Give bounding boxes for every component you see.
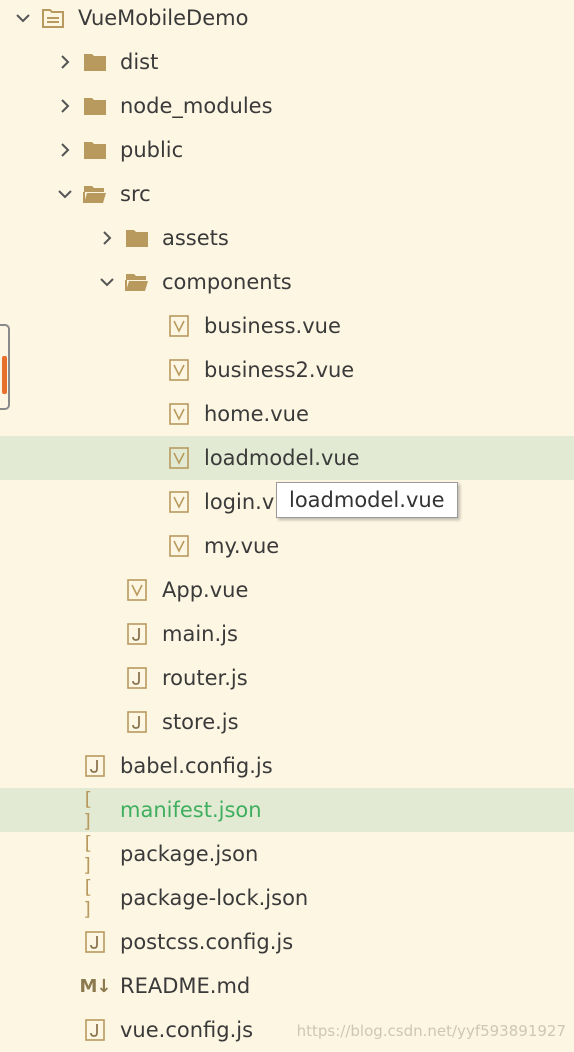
tree-item-label: VueMobileDemo xyxy=(78,6,249,30)
tree-item-manifest-json[interactable]: [ ] manifest.json xyxy=(0,788,574,832)
folder-open-icon xyxy=(82,182,108,206)
tree-item-label: dist xyxy=(120,50,159,74)
js-file-icon xyxy=(82,930,108,954)
folder-open-icon xyxy=(124,270,150,294)
scrollbar-thumb[interactable] xyxy=(2,356,7,394)
vue-file-icon xyxy=(166,490,192,514)
tree-item-label: package-lock.json xyxy=(120,886,309,910)
watermark-text: https://blog.csdn.net/yyf593891927 xyxy=(296,1022,566,1040)
tree-item-router-js[interactable]: router.js xyxy=(0,656,574,700)
tree-item-label: babel.config.js xyxy=(120,754,273,778)
tree-item-label: components xyxy=(162,270,292,294)
tree-item-components[interactable]: components xyxy=(0,260,574,304)
vue-file-icon xyxy=(166,534,192,558)
tree-item-business2-vue[interactable]: business2.vue xyxy=(0,348,574,392)
chevron-right-icon[interactable] xyxy=(56,141,74,159)
tree-item-label: assets xyxy=(162,226,229,250)
tree-item-node-modules[interactable]: node_modules xyxy=(0,84,574,128)
tree-item-postcss-config-js[interactable]: postcss.config.js xyxy=(0,920,574,964)
vue-file-icon xyxy=(166,446,192,470)
tree-item-root[interactable]: VueMobileDemo xyxy=(0,0,574,40)
tree-item-home-vue[interactable]: home.vue xyxy=(0,392,574,436)
tree-item-label: vue.config.js xyxy=(120,1018,254,1042)
js-file-icon xyxy=(124,666,150,690)
tree-item-readme-md[interactable]: M↓ README.md xyxy=(0,964,574,1008)
js-file-icon xyxy=(82,1018,108,1042)
tree-item-label: src xyxy=(120,182,151,206)
js-file-icon xyxy=(124,622,150,646)
tree-item-label: App.vue xyxy=(162,578,249,602)
chevron-right-icon[interactable] xyxy=(56,97,74,115)
tree-item-label: main.js xyxy=(162,622,238,646)
tree-item-label: business2.vue xyxy=(204,358,355,382)
folder-icon xyxy=(82,50,108,74)
markdown-file-icon: M↓ xyxy=(79,975,112,997)
chevron-right-icon[interactable] xyxy=(56,53,74,71)
tree-item-label: business.vue xyxy=(204,314,341,338)
tree-item-label: public xyxy=(120,138,184,162)
tree-item-package-json[interactable]: [ ] package.json xyxy=(0,832,574,876)
tree-item-label: router.js xyxy=(162,666,248,690)
tree-item-label: home.vue xyxy=(204,402,309,426)
tree-item-label: my.vue xyxy=(204,534,280,558)
chevron-down-icon[interactable] xyxy=(14,9,32,27)
tree-item-label: manifest.json xyxy=(120,798,262,822)
chevron-down-icon[interactable] xyxy=(56,185,74,203)
json-file-icon: [ ] xyxy=(82,788,98,832)
vue-file-icon xyxy=(166,314,192,338)
tree-item-assets[interactable]: assets xyxy=(0,216,574,260)
tree-item-label: store.js xyxy=(162,710,239,734)
tree-item-store-js[interactable]: store.js xyxy=(0,700,574,744)
filename-tooltip: loadmodel.vue xyxy=(276,482,458,518)
vue-file-icon xyxy=(166,358,192,382)
tree-item-label: loadmodel.vue xyxy=(204,446,360,470)
project-folder-icon xyxy=(40,6,66,30)
js-file-icon xyxy=(82,754,108,778)
tree-item-my-vue[interactable]: my.vue xyxy=(0,524,574,568)
tree-item-business-vue[interactable]: business.vue xyxy=(0,304,574,348)
tree-item-label: package.json xyxy=(120,842,259,866)
tree-item-babel-config-js[interactable]: babel.config.js xyxy=(0,744,574,788)
tree-item-label: README.md xyxy=(120,974,251,998)
js-file-icon xyxy=(124,710,150,734)
tree-item-app-vue[interactable]: App.vue xyxy=(0,568,574,612)
vue-file-icon xyxy=(166,402,192,426)
tree-item-dist[interactable]: dist xyxy=(0,40,574,84)
tree-item-label: postcss.config.js xyxy=(120,930,294,954)
folder-icon xyxy=(124,226,150,250)
chevron-right-icon[interactable] xyxy=(98,229,116,247)
folder-icon xyxy=(82,94,108,118)
tree-item-loadmodel-vue[interactable]: loadmodel.vue xyxy=(0,436,574,480)
chevron-down-icon[interactable] xyxy=(98,273,116,291)
folder-icon xyxy=(82,138,108,162)
json-file-icon: [ ] xyxy=(82,832,98,876)
tree-item-main-js[interactable]: main.js xyxy=(0,612,574,656)
json-file-icon: [ ] xyxy=(82,876,98,920)
tree-item-public[interactable]: public xyxy=(0,128,574,172)
tree-item-src[interactable]: src xyxy=(0,172,574,216)
vue-file-icon xyxy=(124,578,150,602)
tree-item-label: node_modules xyxy=(120,94,273,118)
tree-item-package-lock-json[interactable]: [ ] package-lock.json xyxy=(0,876,574,920)
tree-item-label: login.v xyxy=(204,490,275,514)
